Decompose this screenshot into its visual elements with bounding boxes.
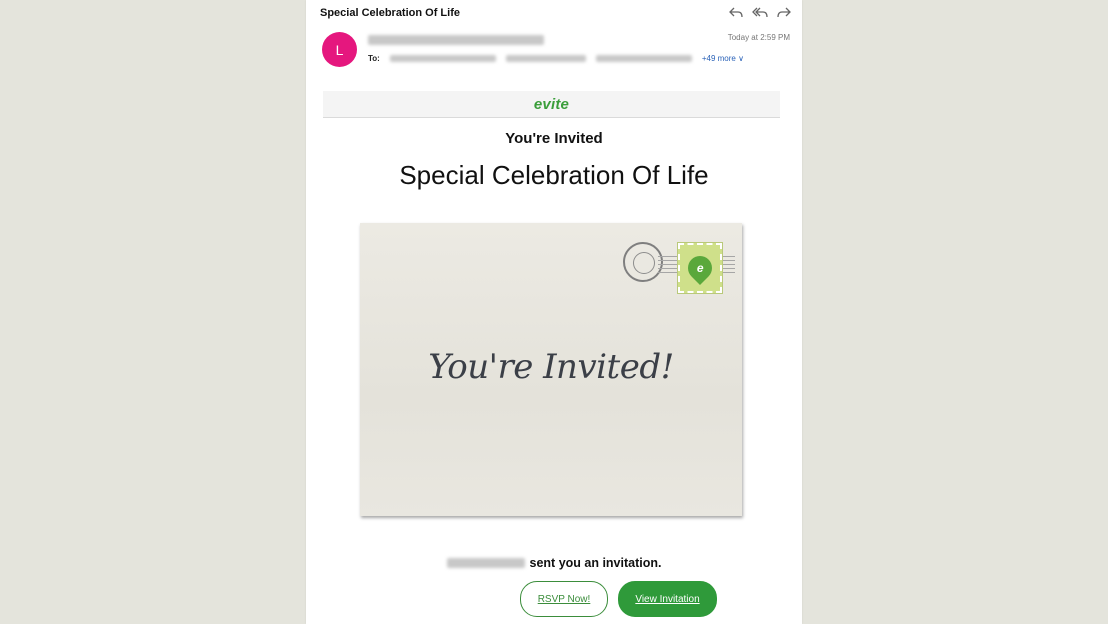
reply-all-icon[interactable]	[752, 5, 768, 21]
more-recipients-link[interactable]: +49 more ∨	[702, 54, 744, 63]
recipient-redacted	[505, 55, 586, 62]
to-label: To:	[368, 54, 380, 63]
sender-name-redacted	[368, 35, 544, 45]
postmark-icon	[623, 242, 663, 282]
evite-logo: evite	[533, 95, 570, 113]
view-invitation-button[interactable]: View Invitation	[618, 581, 717, 617]
host-name-redacted	[446, 558, 525, 568]
email-subject: Special Celebration Of Life	[320, 7, 460, 19]
forward-icon[interactable]	[776, 5, 792, 21]
sender-avatar: L	[322, 32, 357, 67]
evite-header: evite	[323, 91, 780, 118]
recipient-redacted	[595, 55, 692, 62]
envelope-image[interactable]: e You're Invited!	[360, 223, 742, 516]
stamp-icon: e	[677, 242, 723, 294]
recipient-redacted	[389, 55, 496, 62]
reply-icon[interactable]	[728, 5, 744, 21]
email-actions	[728, 5, 792, 21]
sent-text: sent you an invitation.	[529, 556, 662, 570]
recipients-row: To: +49 more ∨	[368, 54, 744, 63]
rsvp-button[interactable]: RSVP Now!	[520, 581, 608, 617]
envelope-text: You're Invited!	[428, 347, 674, 387]
email-date: Today at 2:59 PM	[727, 33, 790, 42]
sent-message: sent you an invitation.	[306, 556, 802, 570]
event-title: Special Celebration Of Life	[399, 160, 709, 190]
email-panel: Special Celebration Of Life L Today at 2…	[306, 0, 802, 624]
cancellation-lines	[658, 253, 678, 273]
invite-heading: You're Invited	[505, 130, 603, 147]
